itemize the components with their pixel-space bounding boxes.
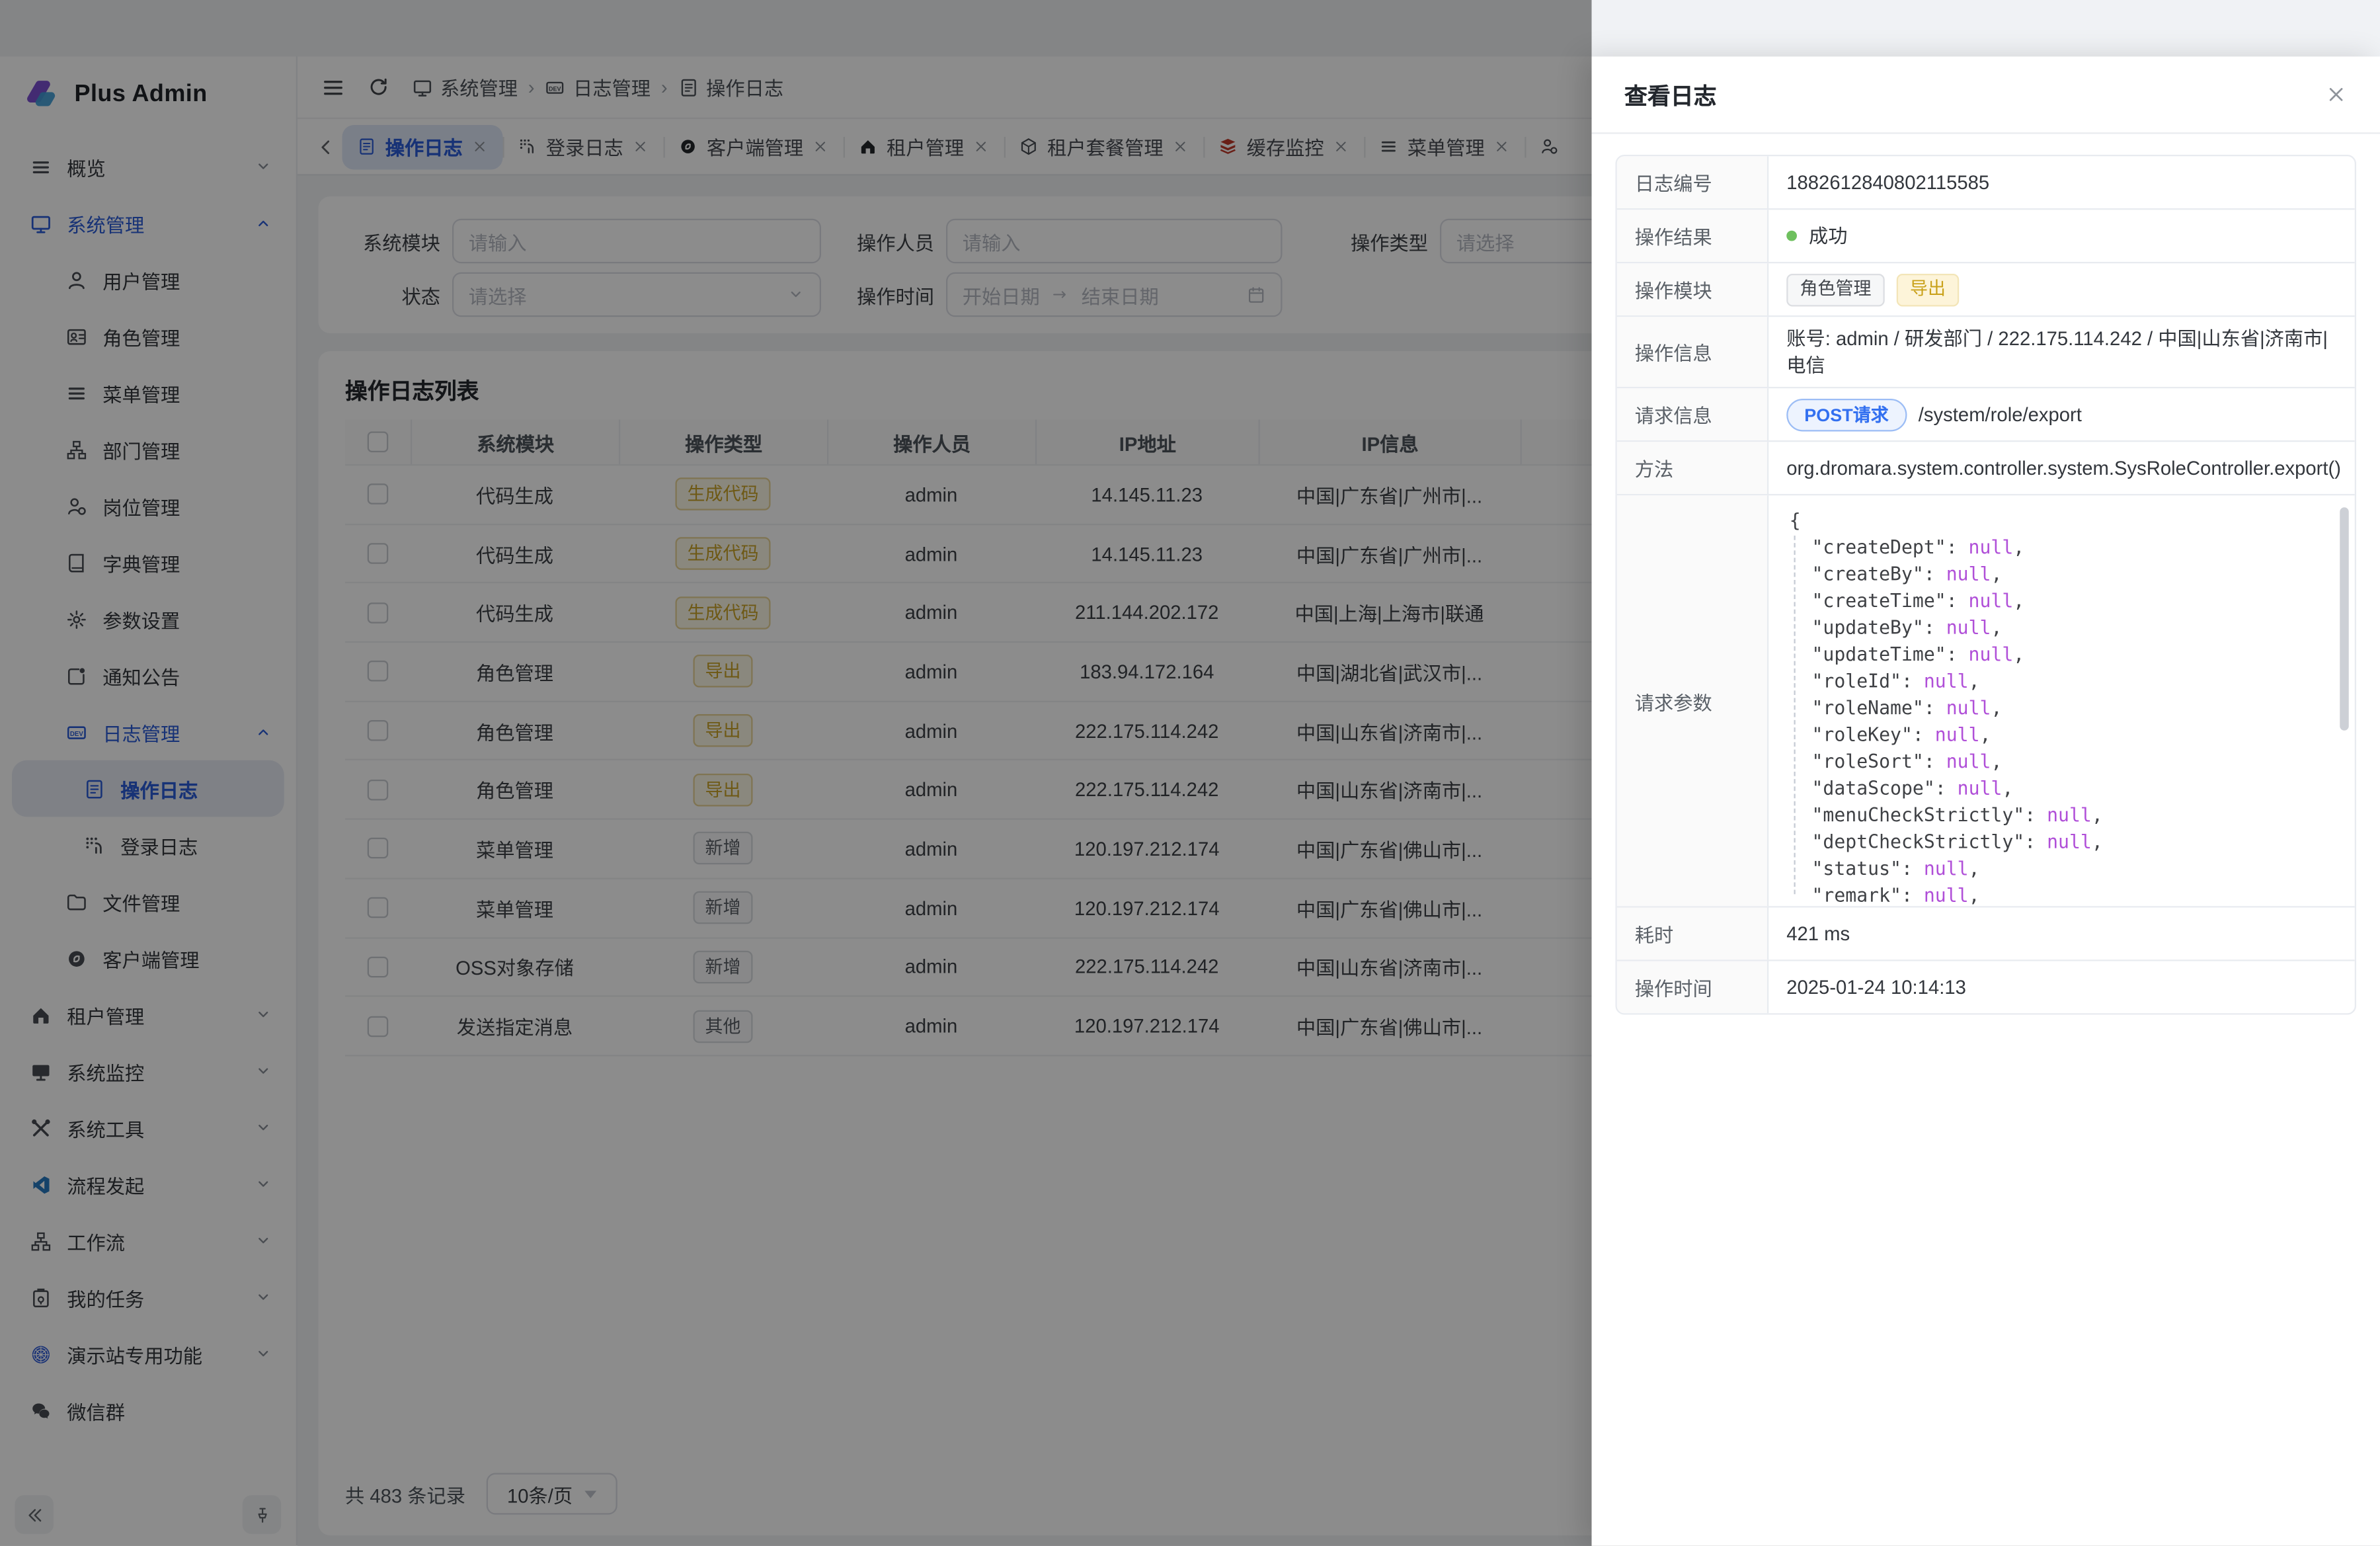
operation-info-value: 账号: admin / 研发部门 / 222.175.114.242 / 中国|… (1768, 317, 2355, 387)
json-line: "createDept": null, (1790, 534, 2334, 561)
json-line: "roleName": null, (1790, 695, 2334, 722)
json-indent-guide (1794, 536, 1796, 894)
view-log-drawer: 查看日志 日志编号 1882612840802115585 操作结果 成功 操作… (1592, 57, 2380, 1546)
json-line: "createTime": null, (1790, 588, 2334, 615)
method-value: org.dromara.system.controller.system.Sys… (1768, 442, 2356, 494)
json-line: "roleId": null, (1790, 668, 2334, 695)
detail-row-info: 操作信息 账号: admin / 研发部门 / 222.175.114.242 … (1617, 315, 2355, 387)
detail-row-params: 请求参数 { "createDept": null, "createBy": n… (1617, 494, 2355, 906)
json-line: "roleSort": null, (1790, 749, 2334, 776)
json-scrollbar-thumb[interactable] (2340, 507, 2349, 731)
json-line: { (1790, 507, 2334, 534)
json-line: "deptCheckStrictly": null, (1790, 829, 2334, 856)
operation-type-tag: 导出 (1897, 273, 1960, 306)
json-line: "roleKey": null, (1790, 721, 2334, 749)
json-line: "dataScope": null, (1790, 775, 2334, 802)
close-icon[interactable] (2325, 83, 2348, 106)
log-detail-table: 日志编号 1882612840802115585 操作结果 成功 操作模块 角色… (1616, 155, 2357, 1015)
detail-row-request: 请求信息 POST请求 /system/role/export (1617, 387, 2355, 440)
request-url-value: /system/role/export (1919, 401, 2082, 427)
json-line: "menuCheckStrictly": null, (1790, 802, 2334, 829)
operation-time-value: 2025-01-24 10:14:13 (1768, 961, 2355, 1014)
request-params-json-viewer[interactable]: { "createDept": null, "createBy": null, … (1768, 495, 2355, 906)
detail-row-result: 操作结果 成功 (1617, 208, 2355, 262)
detail-row-module: 操作模块 角色管理 导出 (1617, 262, 2355, 315)
json-line: "updateTime": null, (1790, 641, 2334, 669)
app-root: Plus Admin 概览 系统管理 用户管理 角色管理 (0, 0, 2380, 1546)
log-id-value: 1882612840802115585 (1768, 156, 2355, 208)
drawer-body: 日志编号 1882612840802115585 操作结果 成功 操作模块 角色… (1592, 134, 2380, 1036)
json-line: "createBy": null, (1790, 561, 2334, 588)
json-line: "status": null, (1790, 856, 2334, 883)
duration-value: 421 ms (1768, 908, 2355, 960)
post-method-tag: POST请求 (1786, 398, 1907, 431)
json-line: "updateBy": null, (1790, 614, 2334, 641)
json-line: "remark": null, (1790, 882, 2334, 906)
drawer-header: 查看日志 (1592, 57, 2380, 134)
detail-row-method: 方法 org.dromara.system.controller.system.… (1617, 440, 2355, 494)
result-value: 成功 (1809, 223, 1848, 249)
drawer-title: 查看日志 (1624, 78, 2325, 111)
detail-row-log-id: 日志编号 1882612840802115585 (1617, 156, 2355, 208)
detail-row-time: 操作时间 2025-01-24 10:14:13 (1617, 959, 2355, 1013)
module-tag: 角色管理 (1786, 273, 1885, 306)
success-dot-icon (1786, 231, 1797, 241)
detail-row-duration: 耗时 421 ms (1617, 906, 2355, 959)
drawer-mask[interactable] (0, 0, 1592, 1546)
